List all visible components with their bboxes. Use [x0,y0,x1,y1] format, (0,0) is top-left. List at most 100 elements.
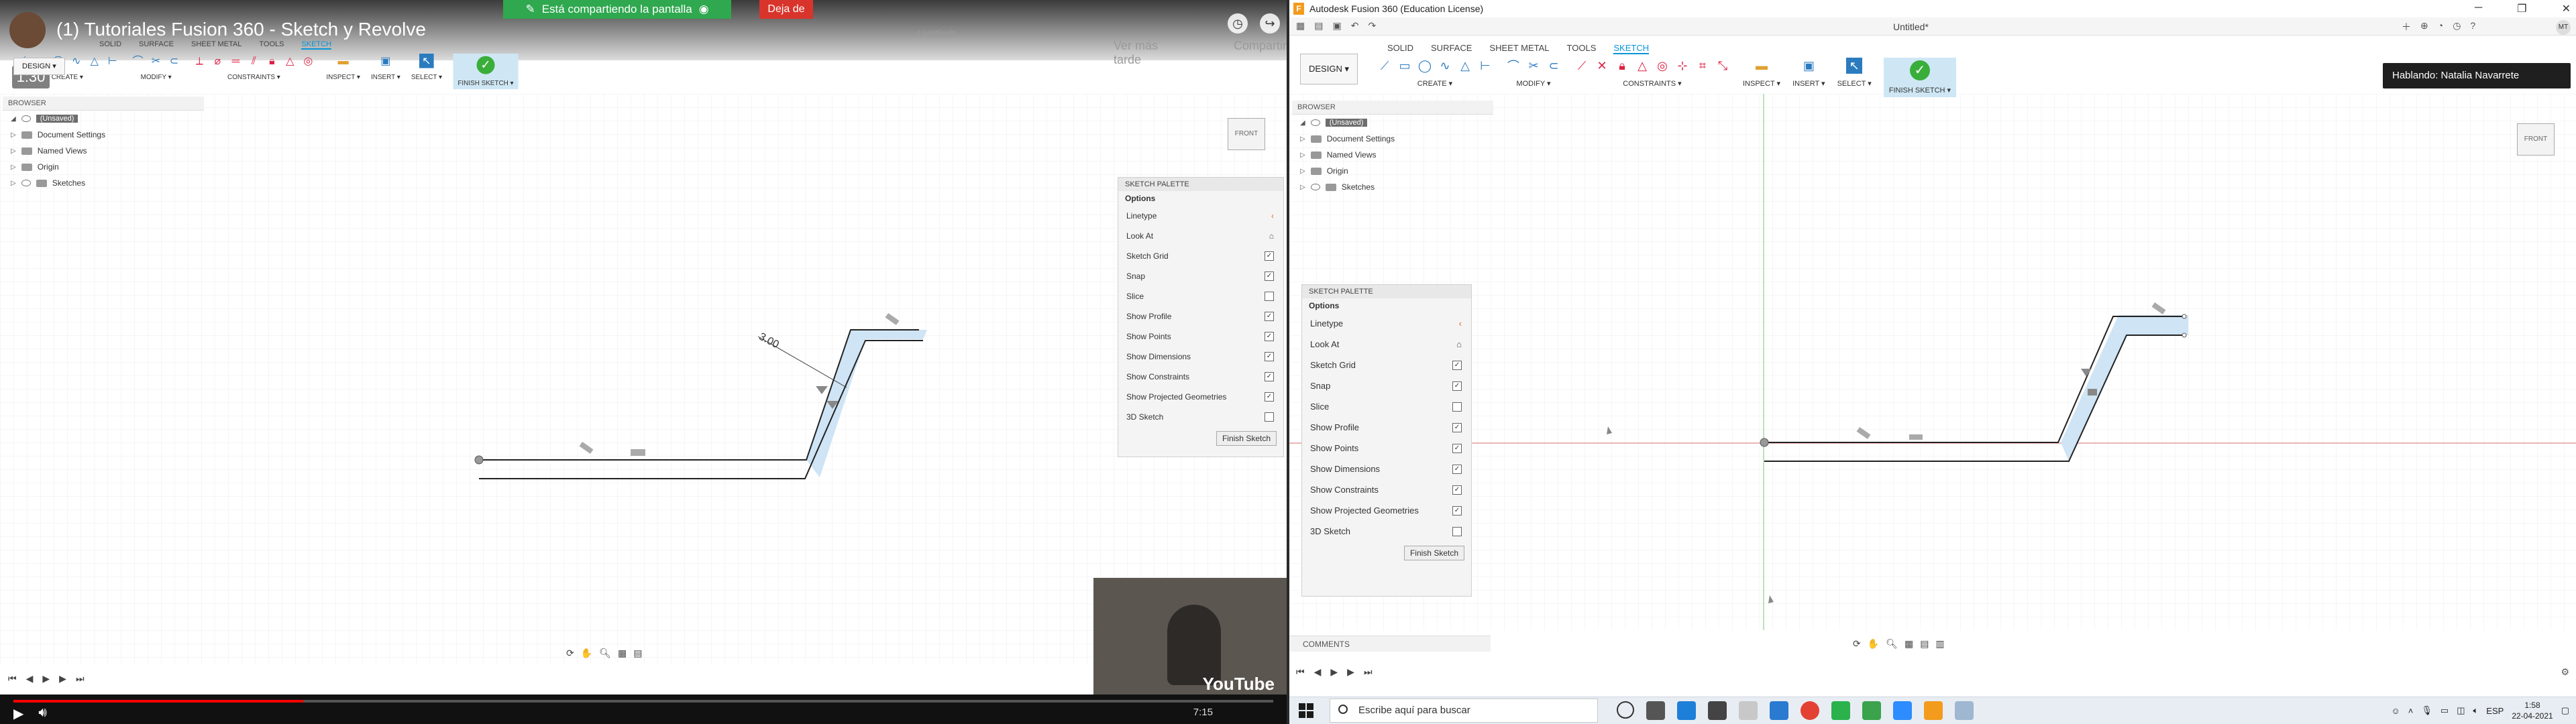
add-tab-icon[interactable]: ＋ [2402,20,2411,34]
insert-label[interactable]: INSERT ▾ [371,73,400,81]
trim-icon[interactable]: ✂ [149,54,164,68]
palette-checkbox[interactable]: ✓ [1452,443,1462,453]
fillet-icon[interactable]: ⌒ [131,54,146,68]
look-at-icon[interactable]: ⌂ [1269,231,1274,241]
explorer-icon[interactable] [1739,701,1758,720]
comments-panel[interactable]: COMMENTS [1289,636,1491,652]
palette-row[interactable]: Sketch Grid ✓ [1302,355,1471,375]
step-forward-icon[interactable]: ▶ [1347,666,1354,678]
expand-icon[interactable]: ▷ [1300,152,1305,159]
look-at-icon[interactable]: ⌂ [1456,339,1462,349]
palette-row[interactable]: Show Projected Geometries ✓ [1118,387,1283,407]
eye-icon[interactable] [21,115,31,122]
browser-item-named-views[interactable]: ▷ Named Views [3,143,204,159]
help-icon[interactable]: ? [2470,20,2475,34]
palette-checkbox[interactable]: ✓ [1265,352,1274,361]
expand-icon[interactable]: ▷ [11,147,16,155]
expand-icon[interactable]: ▷ [1300,168,1305,175]
file-icon[interactable]: ▤ [1314,20,1323,32]
clock[interactable]: 1:58 22-04-2021 [2512,700,2553,721]
fix-icon[interactable]: ⌗ [1695,58,1711,74]
palette-checkbox[interactable] [1265,292,1274,301]
volume-icon[interactable]: 🔊︎ [38,705,47,722]
channel-avatar[interactable] [9,12,46,48]
snip-tool-icon[interactable] [1955,701,1974,720]
taskbar-search-input[interactable]: Escribe aquí para buscar [1330,699,1598,723]
fusion-taskbar-icon[interactable] [1924,701,1943,720]
restore-icon[interactable]: ❐ [2517,2,2526,15]
palette-row[interactable]: 3D Sketch [1118,407,1283,427]
browser-item-named-views[interactable]: ▷ Named Views [1292,147,1493,163]
trim-icon[interactable]: ✂ [1525,58,1542,74]
palette-checkbox[interactable]: ✓ [1452,360,1462,370]
left-viewcube[interactable]: FRONT [1228,118,1265,150]
zoom-icon[interactable]: 🔍︎ [1886,638,1898,650]
line-icon[interactable]: ⟋ [1377,58,1393,74]
chevron-up-icon[interactable]: ˄ [2408,706,2414,716]
step-back-icon[interactable]: ◀ [1314,666,1322,678]
tab-sketch[interactable]: SKETCH [1613,43,1650,54]
job-status-icon[interactable]: ◔ [2438,20,2443,34]
spline-icon[interactable]: ∿ [1437,58,1453,74]
palette-row[interactable]: Sketch Grid ✓ [1118,246,1283,266]
expand-icon[interactable]: ▷ [1300,184,1305,191]
palette-options-header[interactable]: Options [1118,191,1283,206]
concentric-icon[interactable]: ◎ [301,54,316,68]
step-forward-icon[interactable]: ▶ [59,673,66,684]
rewind-icon[interactable]: ⏮ [1296,666,1305,678]
palette-checkbox[interactable]: ✓ [1265,372,1274,381]
display-icon[interactable]: ▦ [618,648,627,659]
palette-checkbox[interactable]: ✓ [1452,464,1462,474]
spline-icon[interactable]: ∿ [69,54,84,68]
palette-checkbox[interactable]: ✓ [1452,422,1462,432]
volume-icon[interactable]: 🔈︎ [2473,705,2478,716]
play-pause-icon[interactable]: ▶ [13,705,23,722]
pan-icon[interactable]: ✋ [581,648,592,659]
step-back-icon[interactable]: ◀ [26,673,34,684]
expand-icon[interactable]: ▷ [11,131,16,139]
browser-item-sketches[interactable]: ▷ Sketches [1292,179,1493,195]
sketch-end-point[interactable] [2182,314,2187,319]
timeline-settings-icon[interactable]: ⚙ [2561,666,2569,678]
expand-icon[interactable]: ▷ [11,180,16,187]
finish-sketch-label[interactable]: FINISH SKETCH ▾ [458,79,513,87]
palette-checkbox[interactable]: ✓ [1265,392,1274,402]
palette-row[interactable]: Slice [1302,396,1471,417]
network-icon[interactable]: ◫ [2457,705,2465,716]
palette-row[interactable]: Show Profile ✓ [1302,417,1471,438]
zoom-icon[interactable]: 🔍︎ [599,648,611,659]
palette-row[interactable]: Linetype ‹ [1302,313,1471,334]
palette-checkbox[interactable]: ✓ [1452,485,1462,495]
battery-icon[interactable]: ▭ [2440,705,2449,716]
offset-icon[interactable]: ⊂ [167,54,182,68]
palette-checkbox[interactable]: ✓ [1265,332,1274,341]
document-title[interactable]: Untitled* [1893,21,1929,32]
inspect-label[interactable]: INSPECT ▾ [1743,79,1780,88]
tab-sheet-metal[interactable]: SHEET METAL [191,40,241,50]
palette-row[interactable]: Show Points ✓ [1302,438,1471,459]
equal-icon[interactable]: △ [283,54,298,68]
undo-icon[interactable]: ↶ [1351,20,1359,32]
notification-icon[interactable]: ▢ [2561,705,2569,716]
palette-checkbox[interactable] [1265,412,1274,422]
palette-row[interactable]: Show Dimensions ✓ [1302,459,1471,479]
triangle-icon[interactable]: △ [1457,58,1473,74]
palette-row[interactable]: Show Projected Geometries ✓ [1302,500,1471,521]
play-icon[interactable]: ▶ [42,673,50,684]
select-cursor-icon[interactable]: ↖ [419,54,434,68]
end-icon[interactable]: ⏭ [76,673,85,684]
tangent-icon[interactable]: △ [1634,58,1650,74]
finish-sketch-label[interactable]: FINISH SKETCH ▾ [1889,86,1951,95]
orbit-icon[interactable]: ⟳ [566,648,574,659]
parallel-icon[interactable]: ⫽ [247,54,262,68]
tab-sketch[interactable]: SKETCH [301,40,332,50]
palette-row[interactable]: Show Dimensions ✓ [1118,347,1283,367]
palette-checkbox[interactable]: ✓ [1265,251,1274,261]
dimension-icon[interactable]: ⊢ [105,54,120,68]
task-view-icon[interactable] [1646,701,1665,720]
tab-tools[interactable]: TOOLS [1567,43,1597,54]
design-workspace-button[interactable]: DESIGN ▾ [1300,54,1358,84]
viewcube[interactable]: FRONT [2517,123,2555,156]
sketch-origin-point[interactable] [1760,438,1769,447]
palette-row[interactable]: Linetype ‹ [1118,206,1283,226]
